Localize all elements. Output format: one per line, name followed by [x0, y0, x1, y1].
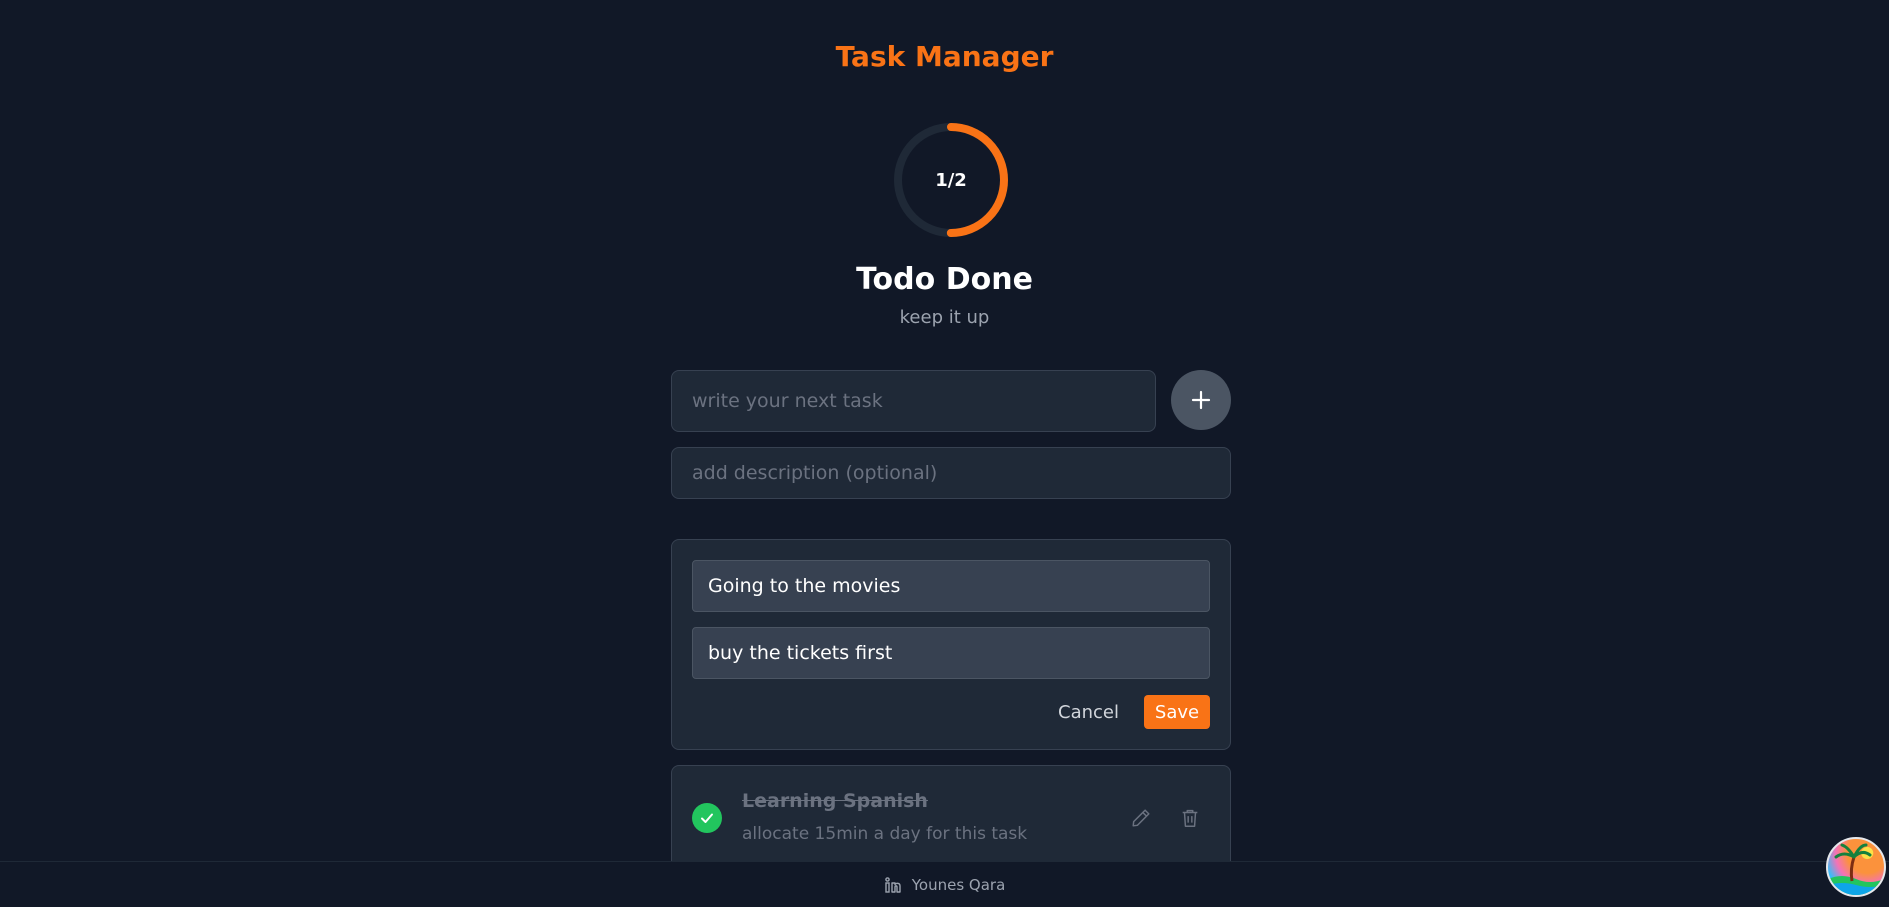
- edit-task-button[interactable]: [1126, 803, 1156, 833]
- author-link[interactable]: Younes Qara: [884, 876, 1006, 894]
- app-title: Task Manager: [835, 40, 1054, 73]
- status-subtext: keep it up: [899, 307, 990, 328]
- task-item: Learning Spanish allocate 15min a day fo…: [671, 765, 1231, 875]
- new-task-input[interactable]: [671, 370, 1156, 432]
- plus-icon: [1191, 390, 1211, 410]
- footer: Younes Qara: [0, 861, 1889, 907]
- edit-title-field[interactable]: [692, 560, 1210, 612]
- delete-task-button[interactable]: [1175, 803, 1205, 833]
- linkedin-icon: [884, 877, 901, 893]
- pencil-icon: [1132, 809, 1150, 827]
- edit-description-field[interactable]: [692, 627, 1210, 679]
- task-edit-card: Cancel Save: [671, 539, 1231, 750]
- new-task-description-input[interactable]: [671, 447, 1231, 499]
- page: Task Manager 1/2 Todo Done keep it up Ca…: [0, 0, 1889, 907]
- status-heading: Todo Done: [856, 262, 1033, 297]
- trash-icon: [1182, 809, 1198, 827]
- check-icon: [701, 813, 713, 823]
- cancel-button[interactable]: Cancel: [1052, 695, 1122, 729]
- add-task-button[interactable]: [1171, 370, 1231, 430]
- task-title: Learning Spanish: [742, 790, 928, 812]
- progress-ring: 1/2: [892, 121, 1010, 239]
- save-button[interactable]: Save: [1144, 695, 1210, 729]
- task-complete-toggle[interactable]: [692, 803, 722, 833]
- author-name: Younes Qara: [911, 876, 1006, 894]
- palm-tree-avatar-icon: [1828, 843, 1884, 895]
- avatar[interactable]: [1826, 837, 1886, 897]
- progress-count: 1/2: [935, 169, 967, 191]
- task-description: allocate 15min a day for this task: [742, 824, 1028, 844]
